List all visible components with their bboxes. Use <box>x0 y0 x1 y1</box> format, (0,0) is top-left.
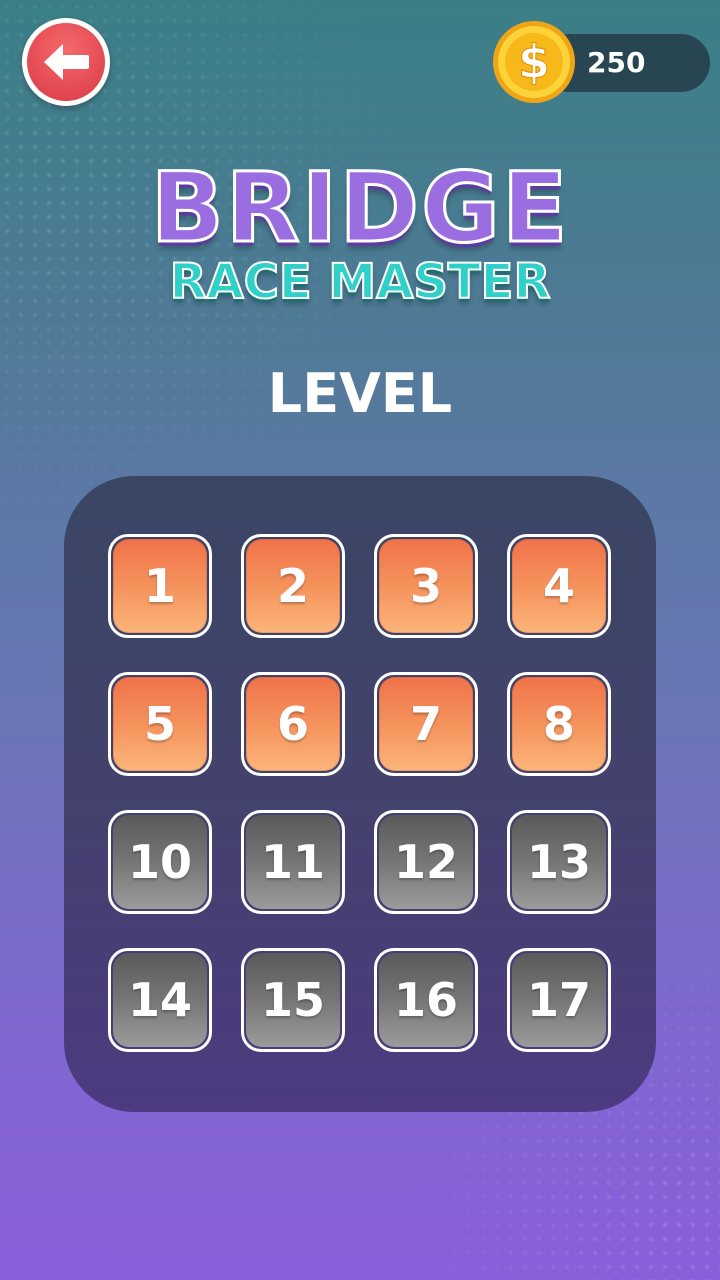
level-button[interactable]: 12 <box>374 810 478 914</box>
level-button[interactable]: 1 <box>108 534 212 638</box>
level-number: 6 <box>276 697 309 751</box>
level-number: 11 <box>260 835 325 889</box>
level-button[interactable]: 16 <box>374 948 478 1052</box>
level-number: 5 <box>143 697 176 751</box>
game-title: BRIDGE <box>149 151 570 266</box>
level-number: 17 <box>526 973 591 1027</box>
level-button[interactable]: 7 <box>374 672 478 776</box>
dollar-coin-icon: $ <box>493 21 575 103</box>
level-button[interactable]: 3 <box>374 534 478 638</box>
level-heading: LEVEL <box>267 362 453 425</box>
back-button-face <box>27 23 105 101</box>
level-number: 13 <box>526 835 591 889</box>
coin-count: 250 <box>587 46 646 79</box>
level-number: 3 <box>409 559 442 613</box>
level-grid: 1 2 3 4 5 6 7 8 10 11 12 13 14 15 16 17 <box>108 534 612 1052</box>
arrow-left-icon <box>44 44 89 80</box>
level-button[interactable]: 14 <box>108 948 212 1052</box>
level-number: 15 <box>260 973 325 1027</box>
level-number: 16 <box>393 973 458 1027</box>
level-number: 1 <box>143 559 176 613</box>
level-number: 8 <box>542 697 575 751</box>
level-button[interactable]: 4 <box>507 534 611 638</box>
level-number: 2 <box>276 559 309 613</box>
level-number: 7 <box>409 697 442 751</box>
level-button[interactable]: 15 <box>241 948 345 1052</box>
level-button[interactable]: 13 <box>507 810 611 914</box>
level-button[interactable]: 10 <box>108 810 212 914</box>
level-button[interactable]: 11 <box>241 810 345 914</box>
level-button[interactable]: 2 <box>241 534 345 638</box>
level-number: 4 <box>542 559 575 613</box>
game-subtitle: RACE MASTER <box>169 253 552 311</box>
level-number: 10 <box>127 835 192 889</box>
svg-text:$: $ <box>518 35 550 89</box>
level-button[interactable]: 5 <box>108 672 212 776</box>
level-button[interactable]: 8 <box>507 672 611 776</box>
level-number: 14 <box>127 973 192 1027</box>
level-number: 12 <box>393 835 458 889</box>
back-button[interactable] <box>22 18 110 106</box>
level-button[interactable]: 17 <box>507 948 611 1052</box>
level-button[interactable]: 6 <box>241 672 345 776</box>
